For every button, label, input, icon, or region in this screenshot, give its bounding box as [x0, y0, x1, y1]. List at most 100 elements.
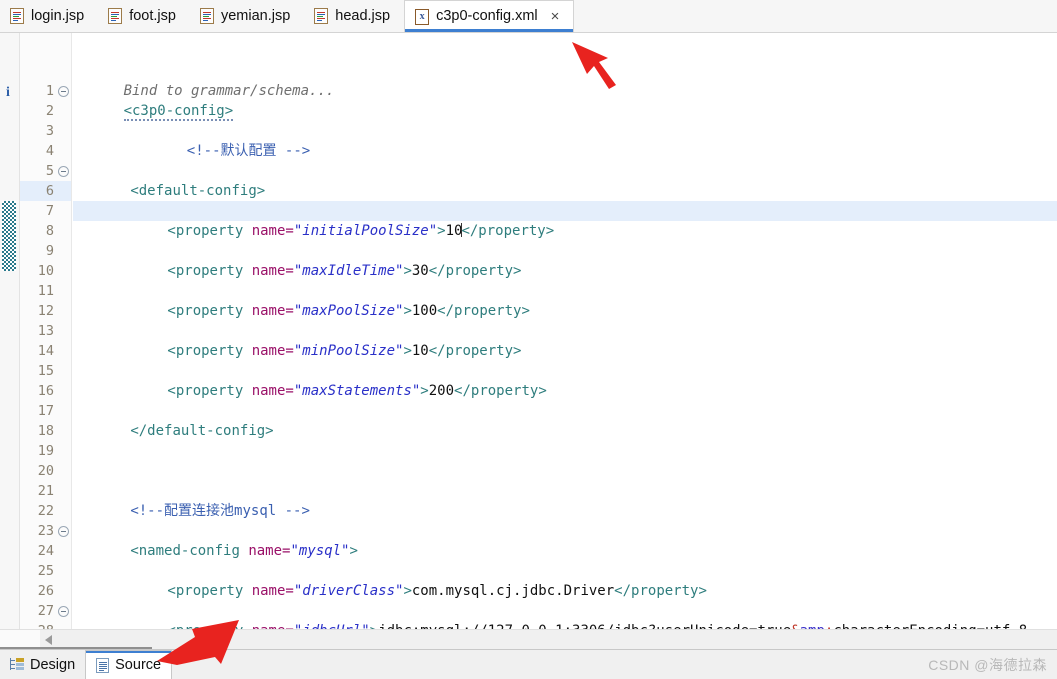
jsp-file-icon	[314, 8, 329, 24]
line-number: 16	[37, 383, 54, 399]
line-number: 10	[37, 263, 54, 279]
line-number: 28	[38, 621, 54, 629]
line-number-gutter[interactable]: 1 2 3 4 5 6 7 8 9 10 11 12 13 14 15 16 1…	[20, 33, 72, 629]
code-line-28[interactable]: </property>	[73, 621, 1057, 629]
tab-label: yemian.jsp	[220, 7, 291, 24]
code-text-area[interactable]: Bind to grammar/schema... <c3p0-config> …	[73, 33, 1057, 629]
line-number: 8	[45, 223, 54, 239]
code-line-5[interactable]: <default-config>	[73, 161, 1057, 199]
code-token: "initialPoolSize"	[293, 223, 438, 239]
code-token: "maxPoolSize"	[293, 303, 404, 319]
code-token: <property	[167, 303, 252, 319]
code-token: >	[403, 343, 412, 359]
code-line-13[interactable]: <property name="minPoolSize">10</propert…	[73, 321, 1057, 359]
line-number: 25	[37, 563, 54, 579]
line-number: 9	[45, 243, 54, 259]
annotation-ruler[interactable]: i	[0, 33, 20, 629]
code-token: name=	[251, 343, 294, 359]
code-token: "minPoolSize"	[293, 343, 404, 359]
code-token: </property>	[461, 223, 555, 239]
tab-label: head.jsp	[335, 7, 391, 24]
csdn-watermark: CSDN @海德拉森	[928, 657, 1047, 673]
code-token: name=	[251, 583, 294, 599]
line-number: 14	[37, 343, 54, 359]
line-number: 17	[37, 403, 54, 419]
tab-login-jsp[interactable]: login.jsp	[0, 0, 98, 32]
code-token: >	[403, 303, 412, 319]
code-token: >	[403, 263, 412, 279]
tab-yemian-jsp[interactable]: yemian.jsp	[190, 0, 304, 32]
line-number: 5	[45, 163, 54, 179]
xml-file-icon: x	[415, 8, 430, 25]
code-token: 30	[411, 263, 429, 279]
jsp-file-icon	[199, 8, 214, 24]
line-number: 19	[37, 443, 54, 459]
line-number: 12	[37, 303, 54, 319]
code-token: <property	[167, 223, 252, 239]
jsp-file-icon	[108, 8, 123, 24]
fold-toggle-icon[interactable]	[58, 526, 69, 537]
code-line-9[interactable]: <property name="maxIdleTime">30</propert…	[73, 241, 1057, 279]
code-token: name=	[251, 223, 294, 239]
line-number: 27	[37, 603, 54, 619]
code-token: com.mysql.cj.jdbc.Driver	[411, 583, 615, 599]
code-token: <!--默认配置 -->	[186, 143, 311, 159]
code-line-7[interactable]: <property name="initialPoolSize">10</pro…	[73, 201, 1057, 239]
line-number: 18	[37, 423, 54, 439]
tab-label: c3p0-config.xml	[436, 8, 538, 25]
code-token: name=	[251, 303, 294, 319]
code-line-25[interactable]: <property name="driverClass">com.mysql.c…	[73, 561, 1057, 599]
fold-toggle-icon[interactable]	[58, 86, 69, 97]
code-token: <property	[167, 343, 252, 359]
code-token: <named-config	[130, 543, 249, 559]
code-token: "maxStatements"	[293, 383, 421, 399]
code-token: name=	[248, 543, 291, 559]
editor-tab-bar: login.jsp foot.jsp yemian.jsp head.jsp x…	[0, 0, 1057, 33]
code-line-21[interactable]: <!--配置连接池mysql -->	[73, 481, 1057, 519]
line-number: 4	[45, 143, 54, 159]
change-marker-bar	[2, 201, 16, 271]
tab-label: Design	[30, 656, 76, 673]
code-token: <property	[167, 383, 252, 399]
tab-design[interactable]: Design	[0, 650, 85, 679]
code-line-3[interactable]: <!--默认配置 -->	[73, 121, 1057, 159]
code-token: 200	[428, 383, 455, 399]
code-line-11[interactable]: <property name="maxPoolSize">100</proper…	[73, 281, 1057, 319]
code-token: >	[420, 383, 429, 399]
code-line-17[interactable]: </default-config>	[73, 401, 1057, 439]
line-number: 23	[37, 523, 54, 539]
design-tree-icon	[10, 658, 24, 671]
code-token: <default-config>	[130, 183, 266, 199]
code-line-27[interactable]: <property name="jdbcUrl">jdbc:mysql://12…	[73, 601, 1057, 629]
code-token: <c3p0-config>	[123, 103, 234, 121]
code-line-23[interactable]: <named-config name="mysql">	[73, 521, 1057, 559]
code-line-1[interactable]: <c3p0-config>	[73, 81, 1057, 121]
line-number: 24	[37, 543, 54, 559]
tab-foot-jsp[interactable]: foot.jsp	[98, 0, 190, 32]
code-token: </property>	[437, 303, 530, 319]
line-number: 20	[37, 463, 54, 479]
horizontal-scrollbar[interactable]	[0, 629, 1057, 650]
scroll-left-arrow-icon[interactable]	[45, 635, 52, 645]
tab-c3p0-config-xml[interactable]: x c3p0-config.xml ×	[404, 0, 575, 32]
fold-toggle-icon[interactable]	[58, 166, 69, 177]
close-icon[interactable]: ×	[551, 9, 560, 24]
line-number: 13	[37, 323, 54, 339]
info-marker-icon[interactable]: i	[6, 86, 10, 100]
code-line-15[interactable]: <property name="maxStatements">200</prop…	[73, 361, 1057, 399]
line-number: 26	[37, 583, 54, 599]
tab-source[interactable]: Source	[85, 650, 173, 679]
code-token: name=	[251, 263, 294, 279]
line-number: 11	[37, 283, 54, 299]
xml-source-editor[interactable]: i 1 2 3 4 5 6 7 8 9 10 11 12 13 14 15 16…	[0, 33, 1057, 629]
code-token: </property>	[428, 343, 522, 359]
fold-toggle-icon[interactable]	[58, 606, 69, 617]
jsp-file-icon	[10, 8, 24, 24]
code-token: "mysql"	[290, 543, 350, 559]
tab-label: foot.jsp	[129, 7, 176, 24]
tab-head-jsp[interactable]: head.jsp	[304, 0, 404, 32]
line-number: 2	[45, 103, 54, 119]
line-number: 22	[37, 503, 54, 519]
source-file-icon	[96, 657, 110, 673]
code-token: 10	[445, 223, 463, 239]
